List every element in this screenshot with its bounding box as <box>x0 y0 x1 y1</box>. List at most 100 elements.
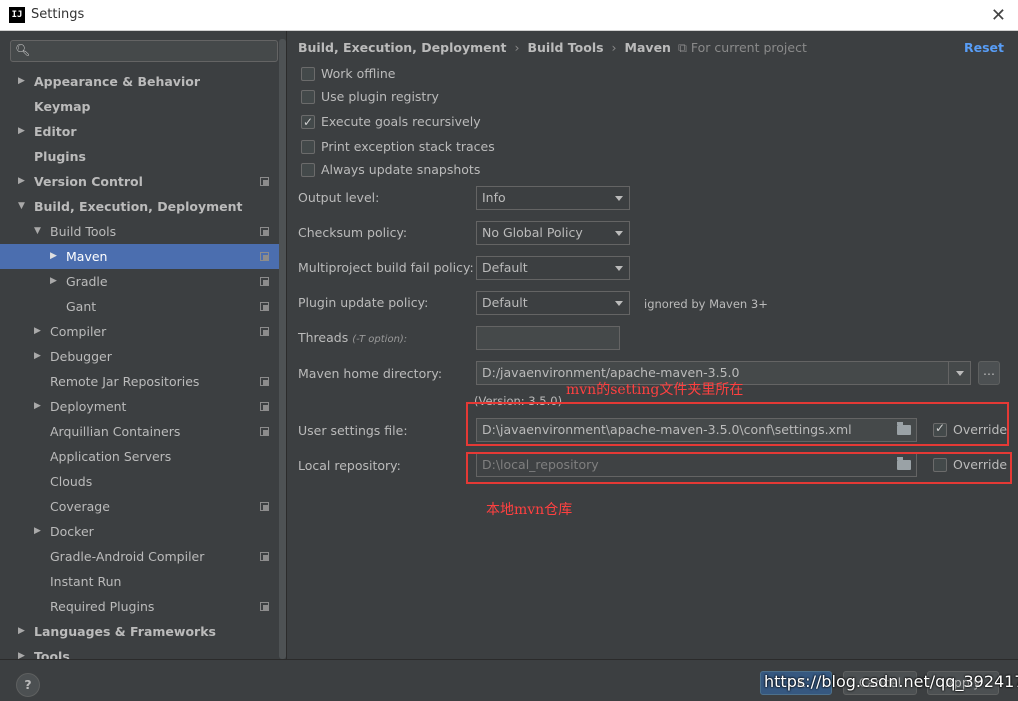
sidebar-item-label: Compiler <box>50 324 107 339</box>
sidebar-item-deployment[interactable]: ▶ Deployment <box>0 394 286 419</box>
sidebar-item-remote-jar-repositories[interactable]: Remote Jar Repositories <box>0 369 286 394</box>
project-level-icon <box>260 302 269 311</box>
sidebar-item-label: Build, Execution, Deployment <box>34 199 243 214</box>
search-icon: 🔍︎ <box>15 43 31 57</box>
sidebar-item-plugins[interactable]: Plugins <box>0 144 286 169</box>
sidebar-item-compiler[interactable]: ▶ Compiler <box>0 319 286 344</box>
search-input[interactable]: 🔍︎ <box>10 40 278 62</box>
sidebar-item-label: Appearance & Behavior <box>34 74 200 89</box>
checkbox-label: Print exception stack traces <box>321 139 495 154</box>
sidebar-item-clouds[interactable]: Clouds <box>0 469 286 494</box>
sidebar-item-editor[interactable]: ▶ Editor <box>0 119 286 144</box>
sidebar-item-gradle-android-compiler[interactable]: Gradle-Android Compiler <box>0 544 286 569</box>
sidebar-item-label: Tools <box>34 649 70 659</box>
expanded-arrow-icon[interactable]: ▼ <box>34 219 41 244</box>
checkbox-label: Use plugin registry <box>321 89 439 104</box>
checkbox-box[interactable] <box>301 163 315 177</box>
plugin-update-policy-select[interactable]: Default <box>476 291 630 315</box>
project-icon: ⧉ <box>678 40 691 55</box>
work-offline-checkbox[interactable]: Work offline <box>301 65 395 83</box>
project-level-icon <box>260 277 269 286</box>
checkbox-box-checked[interactable] <box>301 113 315 131</box>
checkbox-box[interactable] <box>301 140 315 154</box>
sidebar-item-required-plugins[interactable]: Required Plugins <box>0 594 286 619</box>
collapsed-arrow-icon[interactable]: ▶ <box>18 644 25 659</box>
breadcrumb-separator: › <box>611 40 617 55</box>
checkbox-label: Execute goals recursively <box>321 114 481 129</box>
sidebar-item-gant[interactable]: Gant <box>0 294 286 319</box>
sidebar-item-label: Languages & Frameworks <box>34 624 216 639</box>
sidebar-item-label: Deployment <box>50 399 127 414</box>
project-level-icon <box>260 502 269 511</box>
sidebar-item-languages-frameworks[interactable]: ▶ Languages & Frameworks <box>0 619 286 644</box>
sidebar-item-label: Gant <box>66 299 97 314</box>
browse-maven-home-button[interactable]: ... <box>978 361 1000 385</box>
project-level-icon <box>260 327 269 336</box>
expanded-arrow-icon[interactable]: ▼ <box>18 194 25 219</box>
sidebar-item-maven[interactable]: ▶ Maven <box>0 244 286 269</box>
sidebar-item-gradle[interactable]: ▶ Gradle <box>0 269 286 294</box>
breadcrumb-separator: › <box>514 40 520 55</box>
collapsed-arrow-icon[interactable]: ▶ <box>34 394 41 419</box>
sidebar-item-label: Editor <box>34 124 77 139</box>
multiproject-fail-policy-select[interactable]: Default <box>476 256 630 280</box>
ignored-by-maven-note: ignored by Maven 3+ <box>644 297 768 311</box>
project-level-icon <box>260 177 269 186</box>
sidebar-item-label: Application Servers <box>50 449 172 464</box>
sidebar-item-debugger[interactable]: ▶ Debugger <box>0 344 286 369</box>
sidebar-item-arquillian-containers[interactable]: Arquillian Containers <box>0 419 286 444</box>
sidebar-item-label: Plugins <box>34 149 86 164</box>
collapsed-arrow-icon[interactable]: ▶ <box>50 244 57 269</box>
always-update-snapshots-checkbox[interactable]: Always update snapshots <box>301 161 480 179</box>
help-button[interactable]: ? <box>16 673 40 697</box>
collapsed-arrow-icon[interactable]: ▶ <box>18 169 25 194</box>
collapsed-arrow-icon[interactable]: ▶ <box>18 69 25 94</box>
sidebar-item-label: Version Control <box>34 174 143 189</box>
sidebar-item-tools[interactable]: ▶ Tools <box>0 644 286 659</box>
annotation-repo-note: 本地mvn仓库 <box>486 502 573 518</box>
checksum-policy-label: Checksum policy: <box>298 225 408 240</box>
sidebar-item-build-execution-deployment[interactable]: ▼ Build, Execution, Deployment <box>0 194 286 219</box>
sidebar-item-label: Keymap <box>34 99 91 114</box>
use-plugin-registry-checkbox[interactable]: Use plugin registry <box>301 88 439 106</box>
close-icon[interactable]: ✕ <box>991 5 1006 26</box>
sidebar-item-version-control[interactable]: ▶ Version Control <box>0 169 286 194</box>
maven-home-value: D:/javaenvironment/apache-maven-3.5.0 <box>482 365 740 380</box>
sidebar-item-keymap[interactable]: Keymap <box>0 94 286 119</box>
sidebar-scrollbar[interactable] <box>279 39 286 659</box>
sidebar-item-coverage[interactable]: Coverage <box>0 494 286 519</box>
checksum-policy-select[interactable]: No Global Policy <box>476 221 630 245</box>
threads-hint: (-T option): <box>352 334 408 345</box>
sidebar-item-label: Clouds <box>50 474 93 489</box>
sidebar-item-application-servers[interactable]: Application Servers <box>0 444 286 469</box>
collapsed-arrow-icon[interactable]: ▶ <box>50 269 57 294</box>
chevron-down-icon[interactable] <box>948 362 970 384</box>
execute-goals-recursively-checkbox[interactable]: Execute goals recursively <box>301 113 481 131</box>
reset-link[interactable]: Reset <box>964 40 1004 55</box>
breadcrumb-item: Maven <box>624 40 671 55</box>
local-repository-label: Local repository: <box>298 458 401 473</box>
sidebar-item-build-tools[interactable]: ▼ Build Tools <box>0 219 286 244</box>
sidebar-item-label: Gradle <box>66 274 108 289</box>
breadcrumb-item: Build, Execution, Deployment <box>298 40 507 55</box>
sidebar-item-instant-run[interactable]: Instant Run <box>0 569 286 594</box>
collapsed-arrow-icon[interactable]: ▶ <box>18 619 25 644</box>
threads-label: Threads (-T option): <box>298 330 407 345</box>
sidebar-item-appearance-behavior[interactable]: ▶ Appearance & Behavior <box>0 69 286 94</box>
settings-tree: ▶ Appearance & Behavior Keymap ▶ Editor Plugi… <box>0 69 286 659</box>
threads-label-text: Threads <box>298 330 349 345</box>
collapsed-arrow-icon[interactable]: ▶ <box>18 119 25 144</box>
checkbox-label: Work offline <box>321 66 396 81</box>
project-level-icon <box>260 427 269 436</box>
collapsed-arrow-icon[interactable]: ▶ <box>34 519 41 544</box>
collapsed-arrow-icon[interactable]: ▶ <box>34 344 41 369</box>
checkbox-box[interactable] <box>301 67 315 81</box>
dialog-footer: ? OK Cancel Apply https://blog.csdn.net/… <box>0 659 1018 701</box>
collapsed-arrow-icon[interactable]: ▶ <box>34 319 41 344</box>
window-titlebar: IJ Settings ✕ <box>0 0 1018 31</box>
sidebar-item-docker[interactable]: ▶ Docker <box>0 519 286 544</box>
output-level-select[interactable]: Info <box>476 186 630 210</box>
print-exception-checkbox[interactable]: Print exception stack traces <box>301 138 495 156</box>
checkbox-box[interactable] <box>301 90 315 104</box>
threads-input[interactable] <box>476 326 620 350</box>
